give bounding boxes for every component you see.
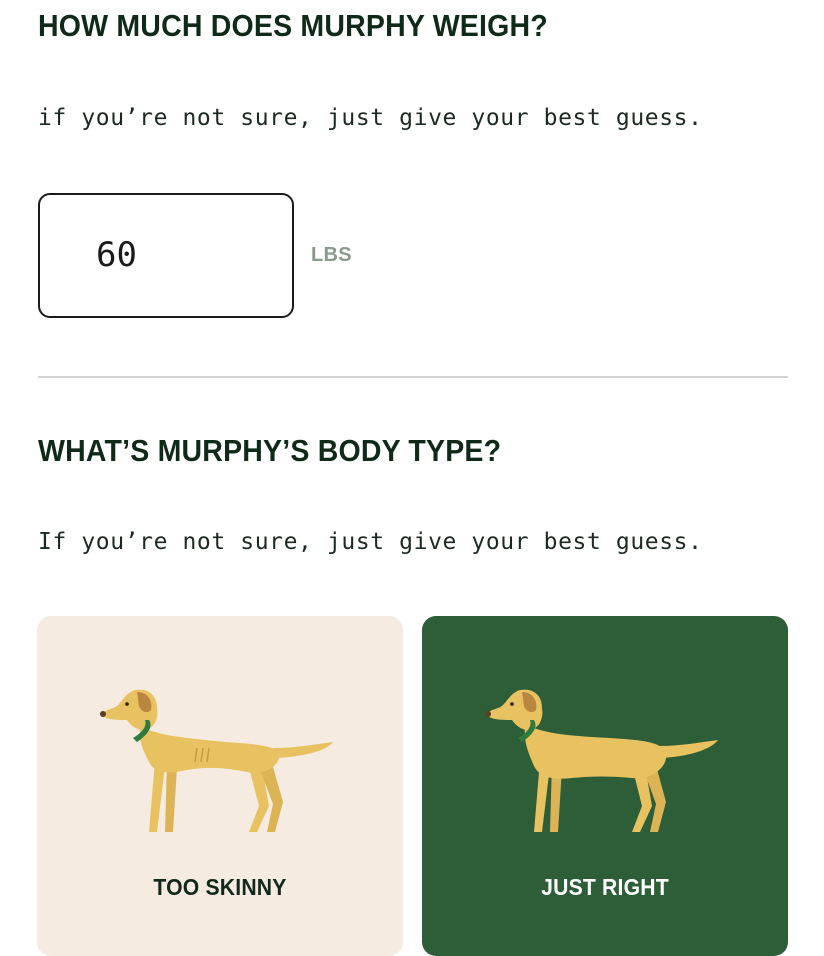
weight-helper-text: if you’re not sure, just give your best …	[38, 105, 703, 131]
body-type-helper-text: If you’re not sure, just give your best …	[38, 529, 703, 555]
body-type-option-label: JUST RIGHT	[541, 874, 669, 900]
weight-input[interactable]	[96, 235, 276, 275]
body-type-question-title: WHAT’S MURPHY’S BODY TYPE?	[38, 433, 502, 468]
body-type-option-just-right[interactable]: JUST RIGHT	[422, 616, 788, 956]
weight-question-title: HOW MUCH DOES MURPHY WEIGH?	[38, 8, 548, 43]
dog-just-right-icon	[485, 689, 718, 832]
weight-unit-label: LBS	[311, 244, 352, 266]
weight-field[interactable]	[38, 193, 294, 318]
body-type-option-too-skinny[interactable]: TOO SKINNY	[37, 616, 403, 956]
section-divider	[38, 376, 788, 378]
body-type-option-label: TOO SKINNY	[153, 874, 287, 900]
dog-skinny-icon	[100, 689, 333, 832]
